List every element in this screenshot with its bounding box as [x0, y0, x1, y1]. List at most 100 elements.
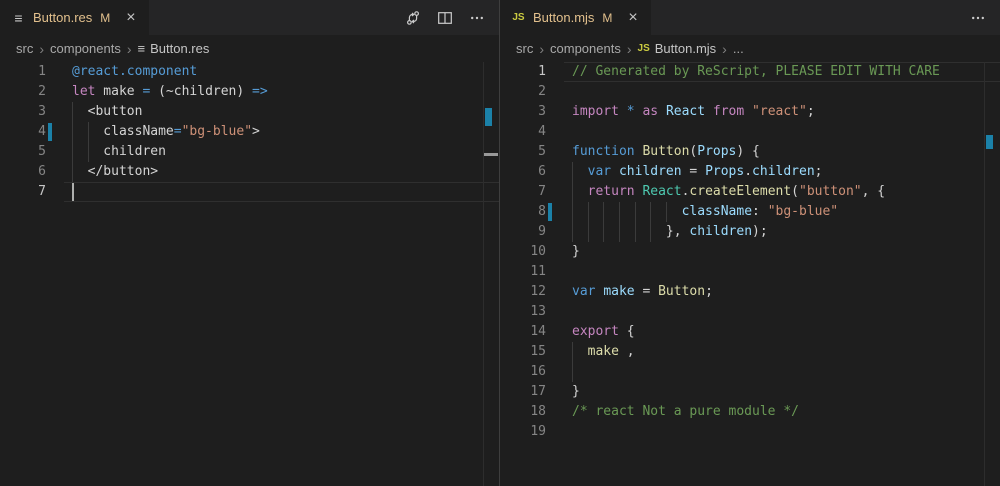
tab-button-res[interactable]: ≡ Button.res M × [0, 0, 149, 35]
code-text: import * as React from "react"; [546, 102, 1000, 122]
code-text: className="bg-blue"> [46, 122, 499, 142]
code-editor-button-mjs[interactable]: 1// Generated by ReScript, PLEASE EDIT W… [500, 62, 1000, 486]
code-text: @react.component [46, 62, 499, 82]
code-line-11[interactable]: 11 [500, 262, 1000, 282]
vscode-editor-group: ≡ Button.res M × src›components›≡Button.… [0, 0, 1000, 486]
line-number: 11 [500, 262, 546, 282]
breadcrumb-item-symbol[interactable]: ... [733, 41, 744, 56]
code-line-2[interactable]: 2 [500, 82, 1000, 102]
line-number: 7 [500, 182, 546, 202]
code-line-4[interactable]: 4 [500, 122, 1000, 142]
code-line-12[interactable]: 12var make = Button; [500, 282, 1000, 302]
code-line-17[interactable]: 17} [500, 382, 1000, 402]
line-number: 18 [500, 402, 546, 422]
code-line-6[interactable]: 6 var children = Props.children; [500, 162, 1000, 182]
breadcrumb-item-file[interactable]: Button.res [150, 41, 209, 56]
breadcrumb-item-src[interactable]: src [16, 41, 33, 56]
more-icon[interactable] [469, 10, 485, 26]
breadcrumb: src›components›≡Button.res [0, 35, 499, 62]
code-line-1[interactable]: 1@react.component [0, 62, 499, 82]
line-number: 4 [500, 122, 546, 142]
breadcrumb-item-file[interactable]: Button.mjs [655, 41, 716, 56]
line-number: 4 [0, 122, 46, 142]
code-text: function Button(Props) { [546, 142, 1000, 162]
chevron-right-icon: › [121, 41, 138, 57]
code-line-3[interactable]: 3import * as React from "react"; [500, 102, 1000, 122]
breadcrumb-item-src[interactable]: src [516, 41, 533, 56]
more-icon[interactable] [970, 10, 986, 26]
code-text: export { [546, 322, 1000, 342]
editor-pane-right: JS Button.mjs M × src›components›JSButto… [500, 0, 1000, 486]
js-icon: JS [511, 13, 526, 23]
close-icon[interactable]: × [123, 9, 138, 27]
code-line-18[interactable]: 18/* react Not a pure module */ [500, 402, 1000, 422]
line-number: 9 [500, 222, 546, 242]
breadcrumb: src›components›JSButton.mjs›... [500, 35, 1000, 62]
modified-badge: M [100, 11, 110, 25]
line-number: 1 [0, 62, 46, 82]
file-icon: ≡ [138, 41, 146, 56]
breadcrumb-item-components[interactable]: components [50, 41, 121, 56]
text-cursor [72, 183, 74, 201]
line-number: 1 [500, 62, 546, 82]
chevron-right-icon: › [716, 41, 733, 57]
code-text: className: "bg-blue" [546, 202, 1000, 222]
code-line-2[interactable]: 2let make = (~children) => [0, 82, 499, 102]
code-text [546, 302, 1000, 322]
indent-guide [572, 362, 573, 382]
line-number: 5 [0, 142, 46, 162]
code-line-10[interactable]: 10} [500, 242, 1000, 262]
editor-pane-left: ≡ Button.res M × src›components›≡Button.… [0, 0, 500, 486]
line-number: 3 [500, 102, 546, 122]
split-editor-icon[interactable] [437, 10, 453, 26]
code-text [46, 182, 499, 202]
line-number: 13 [500, 302, 546, 322]
code-line-3[interactable]: 3 <button [0, 102, 499, 122]
code-text: var make = Button; [546, 282, 1000, 302]
tab-label: Button.res [33, 10, 92, 25]
line-number: 14 [500, 322, 546, 342]
tab-bar: JS Button.mjs M × [500, 0, 1000, 35]
code-line-8[interactable]: 8 className: "bg-blue" [500, 202, 1000, 222]
chevron-right-icon: › [33, 41, 50, 57]
line-number: 15 [500, 342, 546, 362]
code-line-4[interactable]: 4 className="bg-blue"> [0, 122, 499, 142]
code-line-7[interactable]: 7 [0, 182, 499, 202]
line-number: 2 [0, 82, 46, 102]
tab-bar: ≡ Button.res M × [0, 0, 499, 35]
chevron-right-icon: › [533, 41, 550, 57]
js-icon: JS [638, 43, 650, 54]
chevron-right-icon: › [621, 41, 638, 57]
code-line-5[interactable]: 5function Button(Props) { [500, 142, 1000, 162]
code-line-14[interactable]: 14export { [500, 322, 1000, 342]
code-line-9[interactable]: 9 }, children); [500, 222, 1000, 242]
code-text: /* react Not a pure module */ [546, 402, 1000, 422]
code-line-7[interactable]: 7 return React.createElement("button", { [500, 182, 1000, 202]
line-number: 3 [0, 102, 46, 122]
code-line-1[interactable]: 1// Generated by ReScript, PLEASE EDIT W… [500, 62, 1000, 82]
line-number: 8 [500, 202, 546, 222]
code-line-5[interactable]: 5 children [0, 142, 499, 162]
close-icon[interactable]: × [625, 9, 640, 27]
code-text: make , [546, 342, 1000, 362]
code-text: var children = Props.children; [546, 162, 1000, 182]
code-text: // Generated by ReScript, PLEASE EDIT WI… [546, 62, 1000, 82]
code-text [546, 422, 1000, 442]
tab-button-mjs[interactable]: JS Button.mjs M × [500, 0, 651, 35]
code-text [546, 122, 1000, 142]
line-number: 2 [500, 82, 546, 102]
line-number: 12 [500, 282, 546, 302]
code-line-13[interactable]: 13 [500, 302, 1000, 322]
code-editor-button-res[interactable]: 1@react.component2let make = (~children)… [0, 62, 499, 486]
code-text: } [546, 242, 1000, 262]
code-line-15[interactable]: 15 make , [500, 342, 1000, 362]
code-line-19[interactable]: 19 [500, 422, 1000, 442]
line-number: 6 [0, 162, 46, 182]
open-changes-icon[interactable] [405, 10, 421, 26]
modified-badge: M [602, 11, 612, 25]
breadcrumb-item-components[interactable]: components [550, 41, 621, 56]
code-line-6[interactable]: 6 </button> [0, 162, 499, 182]
code-line-16[interactable]: 16 [500, 362, 1000, 382]
code-text: return React.createElement("button", { [546, 182, 1000, 202]
line-number: 19 [500, 422, 546, 442]
